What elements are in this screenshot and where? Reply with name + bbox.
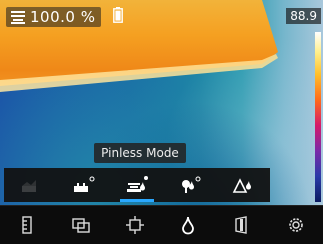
crosshair-spot-icon <box>125 216 144 234</box>
moisture-readout[interactable]: 100.0 % <box>6 7 102 27</box>
mode-bar <box>4 168 270 202</box>
ambient-mode-icon <box>182 176 201 193</box>
mode-relative[interactable] <box>217 168 270 202</box>
pin-mode-icon <box>73 176 95 192</box>
scale-tool[interactable] <box>0 206 54 244</box>
ruler-scale-icon <box>22 216 32 234</box>
scale-max-value: 88.9 <box>286 8 321 24</box>
pinless-moisture-icon <box>11 11 25 24</box>
settings-tool[interactable] <box>269 206 323 244</box>
thermal-color-scale <box>315 32 321 202</box>
spot-tool[interactable] <box>108 206 162 244</box>
palette-icon <box>235 216 247 234</box>
mode-pin[interactable] <box>57 168 110 202</box>
mode-ambient[interactable] <box>164 168 217 202</box>
palette-tool[interactable] <box>215 206 269 244</box>
mode-wood-disabled[interactable] <box>4 168 57 202</box>
mode-label: Pinless Mode <box>94 143 186 163</box>
image-mode-tool[interactable] <box>54 206 108 244</box>
wood-grain-icon <box>21 180 36 192</box>
moisture-tool[interactable] <box>161 206 215 244</box>
battery-icon <box>113 7 123 23</box>
gear-icon <box>289 218 303 232</box>
readout-value: 100.0 % <box>30 8 96 26</box>
picture-in-picture-icon <box>72 218 90 233</box>
pinless-mode-icon <box>127 176 148 192</box>
mode-pinless[interactable] <box>110 168 163 202</box>
bottom-toolbar <box>0 205 323 244</box>
water-drop-icon <box>182 216 195 235</box>
relative-mode-icon <box>233 178 252 193</box>
